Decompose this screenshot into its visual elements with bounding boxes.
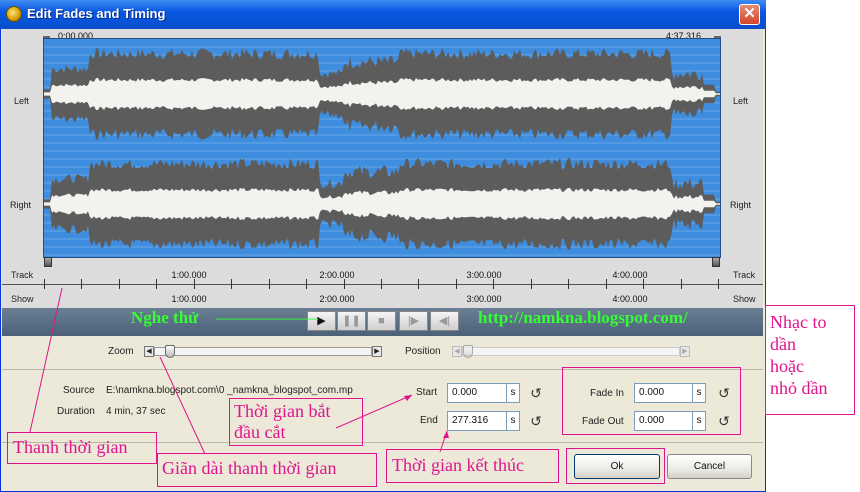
end-time-arrowhead bbox=[443, 431, 449, 438]
timeline-pointer bbox=[29, 287, 63, 433]
start-cut-arrowhead bbox=[404, 395, 412, 401]
stretch-pointer bbox=[159, 356, 206, 455]
start-cut-pointer bbox=[335, 394, 413, 429]
annotation-arrows bbox=[29, 287, 449, 455]
